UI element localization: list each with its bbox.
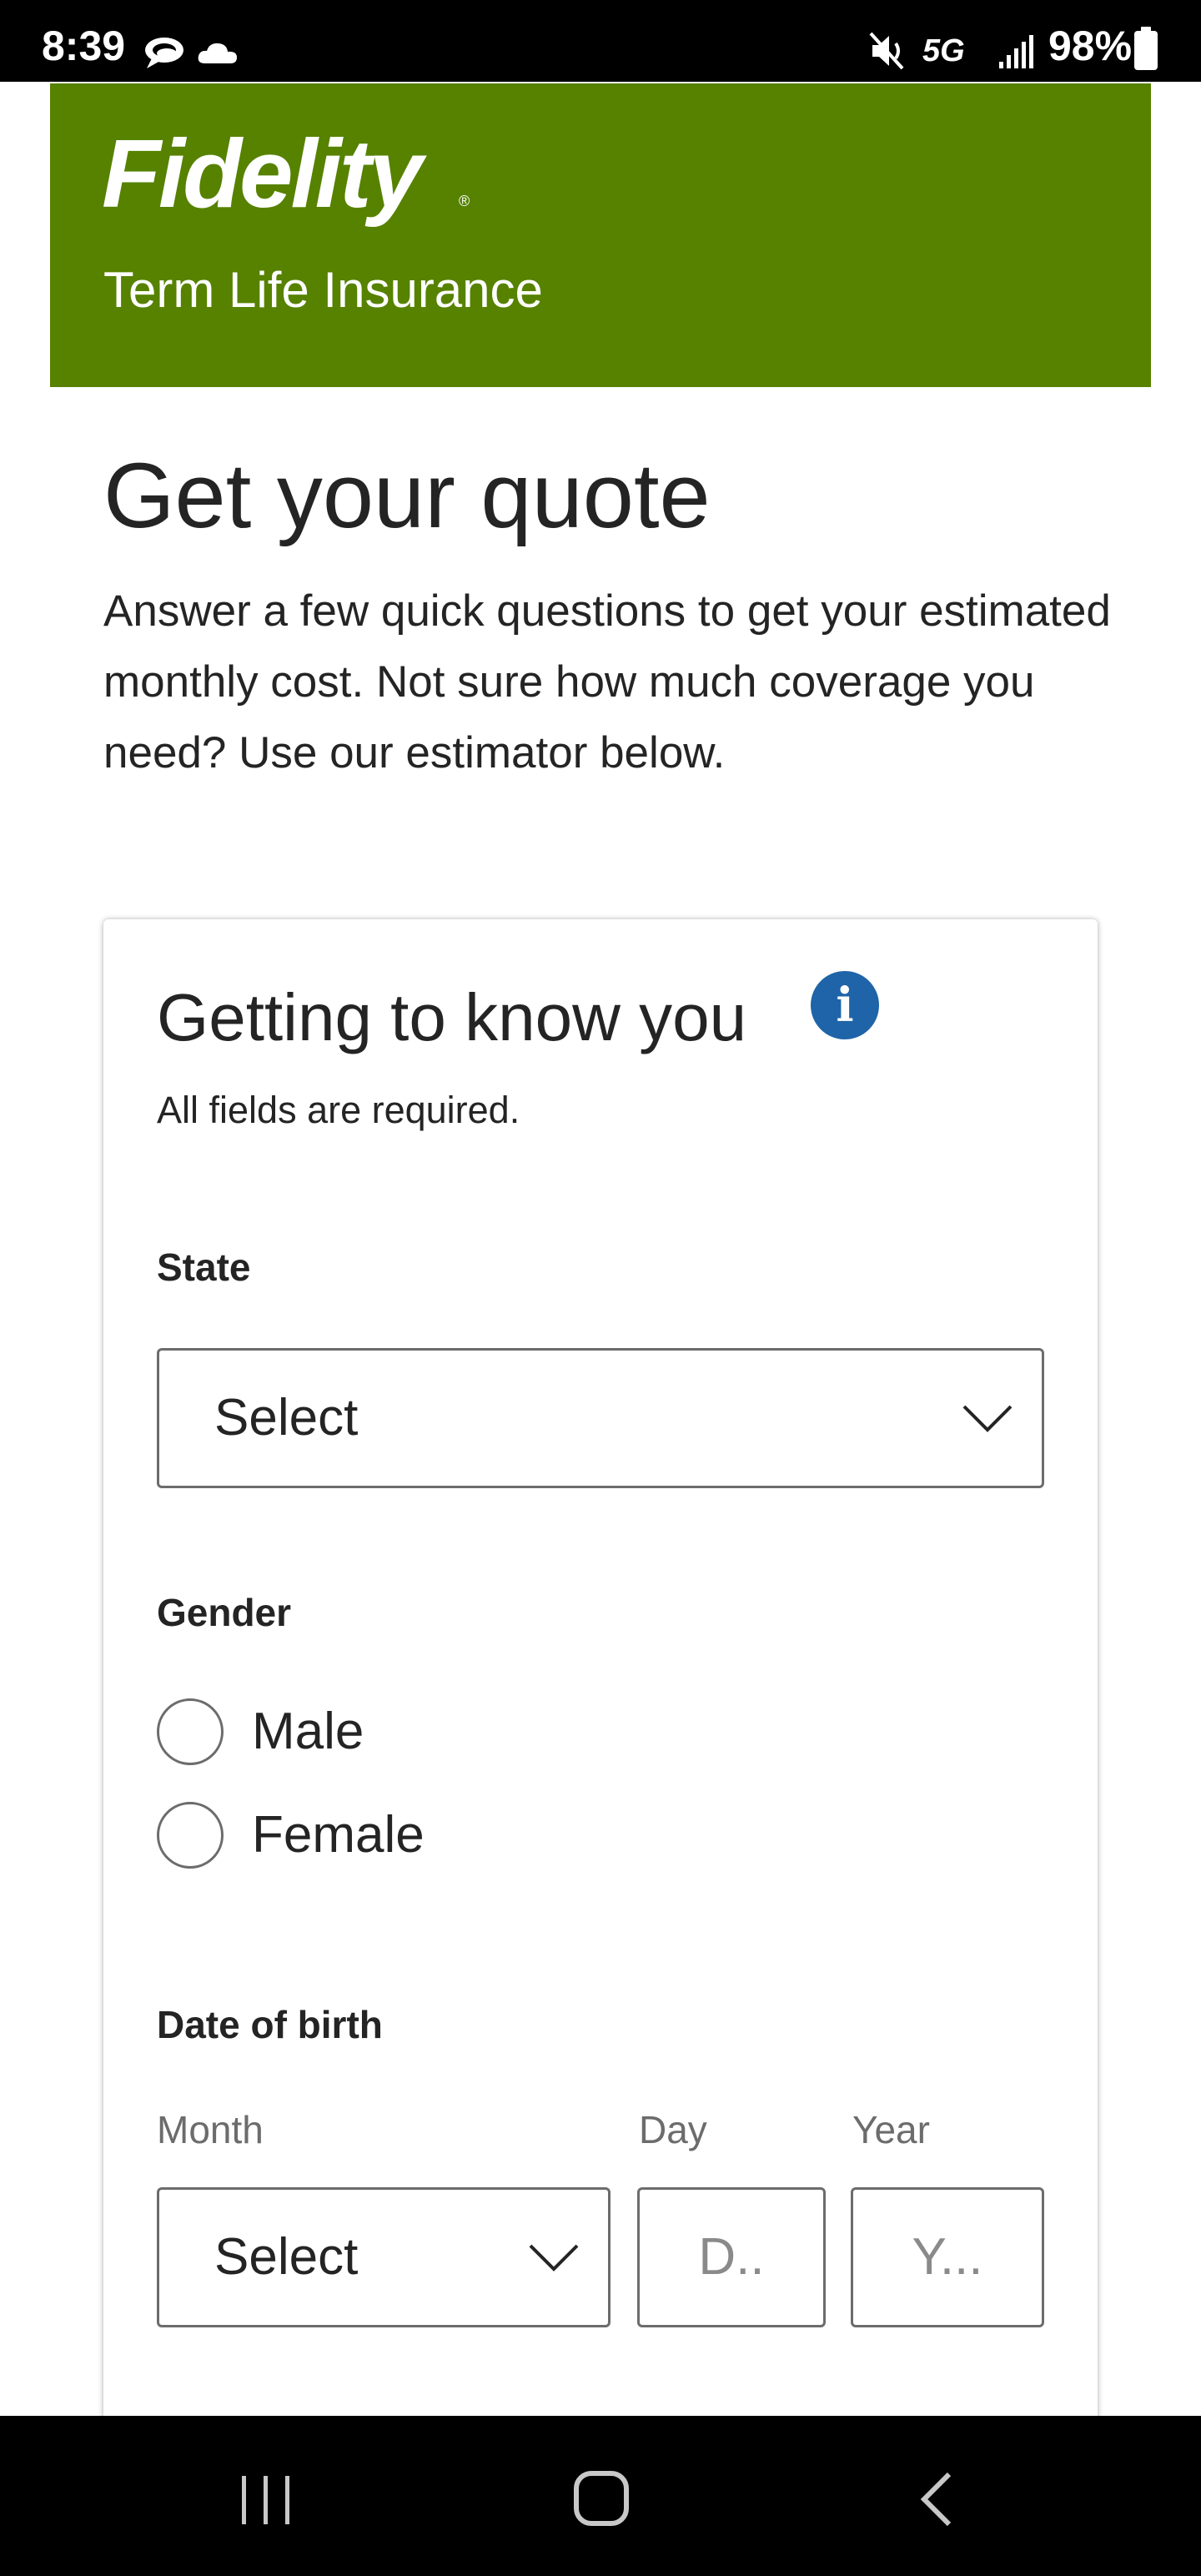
product-name: Term Life Insurance: [103, 262, 543, 318]
month-select[interactable]: Select: [157, 2187, 611, 2327]
home-icon[interactable]: [572, 2469, 631, 2528]
gender-option-male[interactable]: Male: [157, 1698, 364, 1765]
month-label: Month: [157, 2108, 264, 2151]
year-placeholder: Y...: [912, 2228, 983, 2286]
state-label: State: [157, 1245, 251, 1289]
male-label[interactable]: Male: [252, 1706, 364, 1758]
dob-label: Date of birth: [157, 2003, 383, 2046]
quote-form-card: Getting to know you i All fields are req…: [103, 919, 1098, 2504]
chevron-down-icon: [962, 1405, 1013, 1432]
chevron-down-icon: [529, 2244, 579, 2272]
gender-label: Gender: [157, 1591, 292, 1634]
year-input[interactable]: Y...: [851, 2187, 1044, 2327]
network-type: 5G: [922, 33, 965, 68]
battery-percentage: 98%: [1048, 23, 1133, 69]
intro-description: Answer a few quick questions to get your…: [103, 586, 1111, 777]
female-radio[interactable]: [157, 1802, 224, 1869]
recent-apps-icon[interactable]: [237, 2474, 295, 2526]
signal-icon: [999, 35, 1033, 68]
card-title: Getting to know you: [157, 980, 747, 1054]
speech-bubble-icon: [145, 38, 183, 68]
female-label[interactable]: Female: [252, 1809, 425, 1861]
month-select-value: Select: [214, 2228, 359, 2286]
cloud-icon: [198, 43, 237, 63]
status-time: 8:39: [42, 23, 126, 69]
registered-mark: ®: [459, 193, 470, 209]
info-icon[interactable]: i: [811, 971, 879, 1039]
mute-icon: [869, 32, 904, 70]
day-label: Day: [639, 2108, 707, 2151]
male-radio[interactable]: [157, 1698, 224, 1765]
back-icon[interactable]: [916, 2471, 957, 2528]
status-bar: 8:39 5G 98%: [0, 0, 1201, 82]
year-label: Year: [852, 2108, 930, 2151]
battery-icon: [1134, 27, 1158, 70]
state-select-value: Select: [214, 1389, 359, 1446]
day-input[interactable]: D..: [637, 2187, 826, 2327]
header-banner: Fidelity ® Term Life Insurance: [50, 83, 1151, 387]
state-select[interactable]: Select: [157, 1348, 1044, 1488]
system-nav-bar: [0, 2416, 1201, 2576]
required-fields-note: All fields are required.: [157, 1089, 520, 1131]
fidelity-logo[interactable]: Fidelity: [102, 125, 423, 222]
page-title: Get your quote: [103, 445, 711, 547]
day-placeholder: D..: [698, 2228, 765, 2286]
gender-option-female[interactable]: Female: [157, 1802, 425, 1869]
